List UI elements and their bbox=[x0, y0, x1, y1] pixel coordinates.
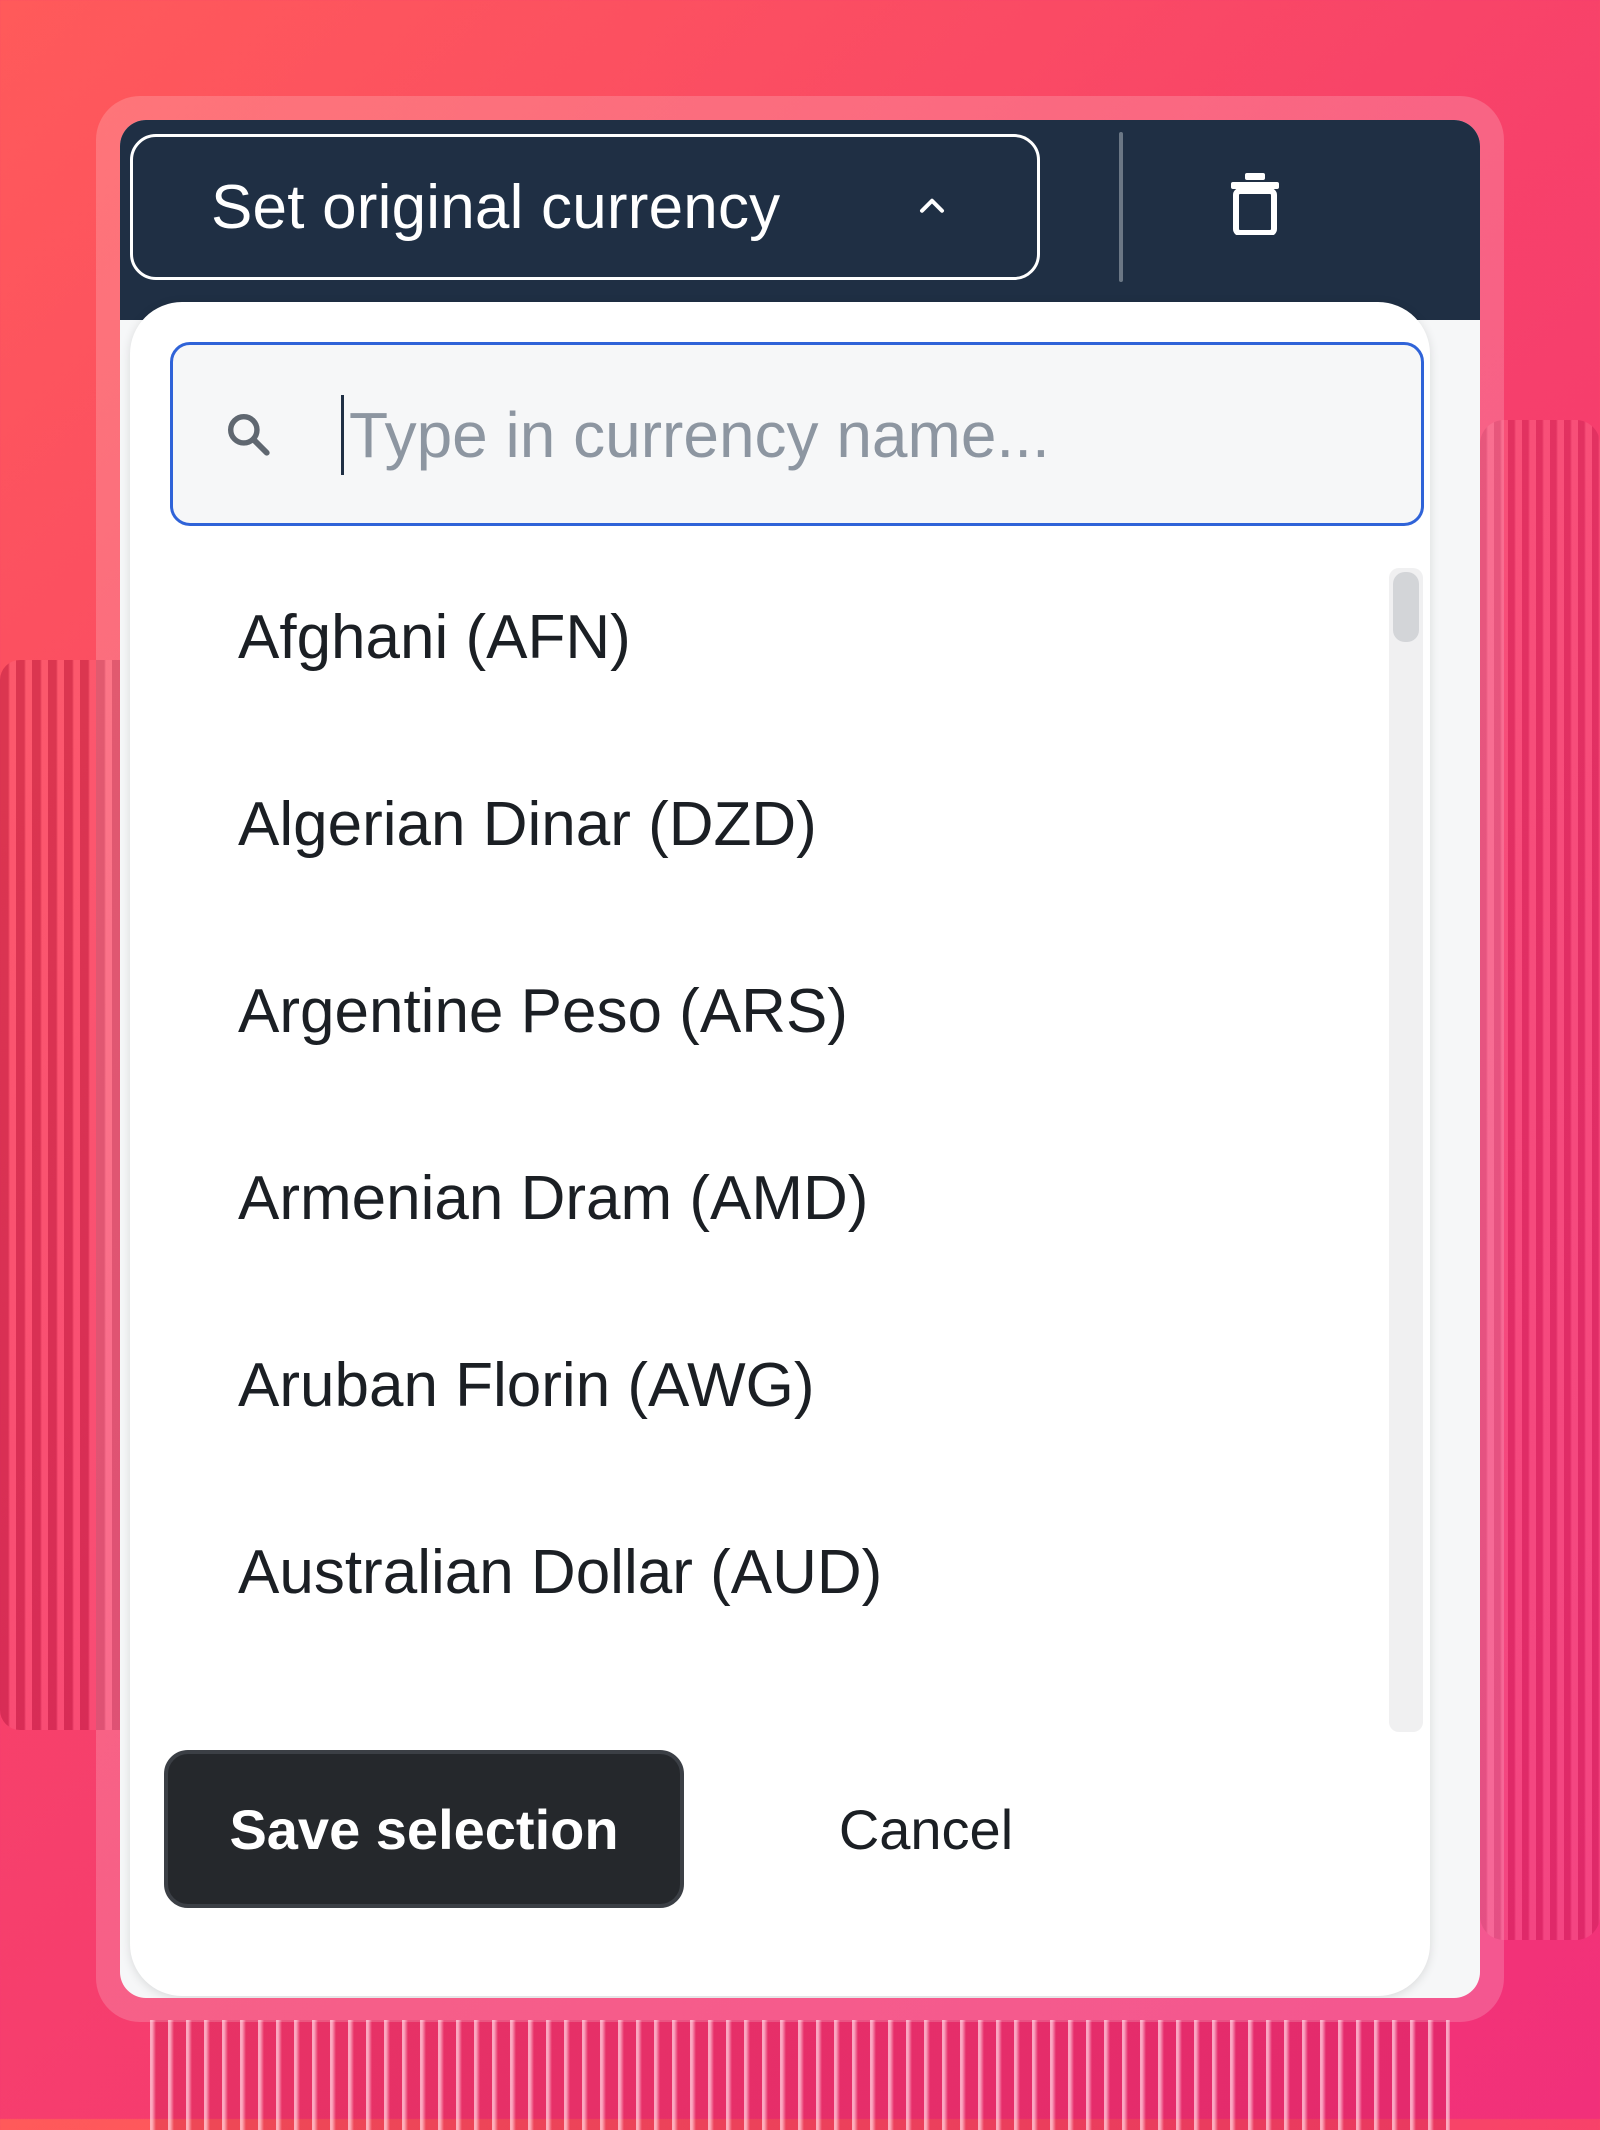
app-window: Set original currency Type in currency n… bbox=[120, 120, 1480, 1998]
currency-search-box[interactable] bbox=[170, 342, 1424, 526]
delete-button[interactable] bbox=[1215, 166, 1295, 246]
list-scrollbar-thumb[interactable] bbox=[1393, 572, 1419, 642]
trash-icon bbox=[1229, 172, 1281, 240]
list-item-label: Australian Dollar (AUD) bbox=[238, 1538, 883, 1607]
list-item-dzd[interactable]: Algerian Dinar (DZD) bbox=[238, 755, 817, 895]
search-icon bbox=[223, 409, 273, 459]
save-selection-button[interactable]: Save selection bbox=[164, 1750, 684, 1908]
currency-search-input[interactable] bbox=[345, 389, 1349, 481]
list-item-label: Armenian Dram (AMD) bbox=[238, 1164, 869, 1233]
list-item-afn[interactable]: Afghani (AFN) bbox=[238, 568, 631, 708]
background-ribbon-bottom bbox=[150, 2020, 1450, 2130]
dropdown-footer: Save selection Cancel bbox=[130, 1750, 1430, 1930]
currency-toggle-label: Set original currency bbox=[211, 172, 781, 242]
top-toolbar: Set original currency bbox=[120, 120, 1480, 320]
chevron-up-icon bbox=[917, 192, 947, 222]
list-item-label: Aruban Florin (AWG) bbox=[238, 1351, 815, 1420]
text-cursor bbox=[341, 395, 344, 475]
list-item-label: Argentine Peso (ARS) bbox=[238, 977, 848, 1046]
list-item-aud[interactable]: Australian Dollar (AUD) bbox=[238, 1503, 882, 1643]
set-original-currency-button[interactable]: Set original currency bbox=[130, 134, 1040, 280]
toolbar-divider bbox=[1119, 132, 1123, 282]
list-scrollbar-track[interactable] bbox=[1389, 568, 1423, 1732]
cancel-label: Cancel bbox=[838, 1797, 1014, 1861]
list-item-label: Afghani (AFN) bbox=[238, 603, 631, 672]
list-item-awg[interactable]: Aruban Florin (AWG) bbox=[238, 1316, 815, 1456]
list-item-amd[interactable]: Armenian Dram (AMD) bbox=[238, 1129, 868, 1269]
currency-dropdown: Afghani (AFN) Algerian Dinar (DZD) Argen… bbox=[130, 302, 1430, 1996]
currency-list: Afghani (AFN) Algerian Dinar (DZD) Argen… bbox=[130, 568, 1385, 1732]
list-item-ars[interactable]: Argentine Peso (ARS) bbox=[238, 942, 848, 1082]
cancel-button[interactable]: Cancel bbox=[816, 1750, 1036, 1908]
save-selection-label: Save selection bbox=[229, 1797, 619, 1861]
list-item-label: Algerian Dinar (DZD) bbox=[238, 790, 817, 859]
